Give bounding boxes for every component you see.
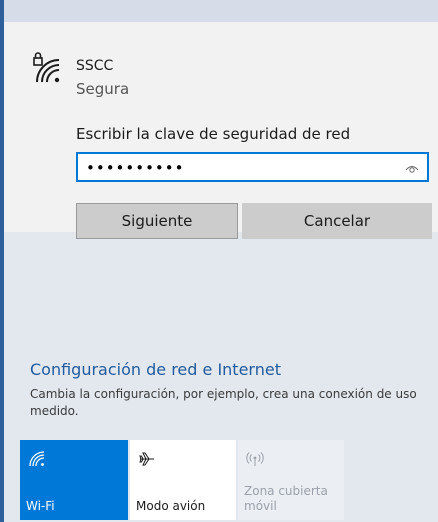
network-name: SSCC [76, 58, 114, 74]
cancel-button[interactable]: Cancelar [242, 203, 432, 239]
previous-network-item[interactable] [4, 0, 438, 22]
security-key-input[interactable] [84, 155, 388, 181]
network-settings-description: Cambia la configuración, por ejemplo, cr… [30, 387, 417, 418]
airplane-tile-label: Modo avión [136, 499, 206, 513]
network-flyout: SSCC Segura Escribir la clave de segurid… [4, 0, 438, 522]
wifi-icon [28, 450, 46, 468]
airplane-mode-tile[interactable]: Modo avión [130, 440, 236, 520]
hotspot-tile-label: Zona cubierta móvil [244, 484, 328, 513]
airplane-icon [138, 450, 156, 468]
security-key-field[interactable] [76, 152, 429, 182]
wifi-toggle-tile[interactable]: Wi-Fi [20, 440, 128, 520]
security-key-label: Escribir la clave de seguridad de red [76, 125, 351, 143]
wifi-secure-icon [31, 52, 63, 88]
mobile-hotspot-tile: Zona cubierta móvil [238, 440, 344, 520]
network-item-selected: SSCC Segura Escribir la clave de segurid… [4, 22, 438, 239]
network-status: Segura [76, 80, 130, 98]
eye-icon[interactable] [405, 160, 419, 174]
hotspot-icon [246, 450, 264, 468]
next-button[interactable]: Siguiente [76, 203, 238, 239]
wifi-tile-label: Wi-Fi [26, 499, 55, 513]
network-settings-link[interactable]: Configuración de red e Internet [30, 360, 281, 379]
